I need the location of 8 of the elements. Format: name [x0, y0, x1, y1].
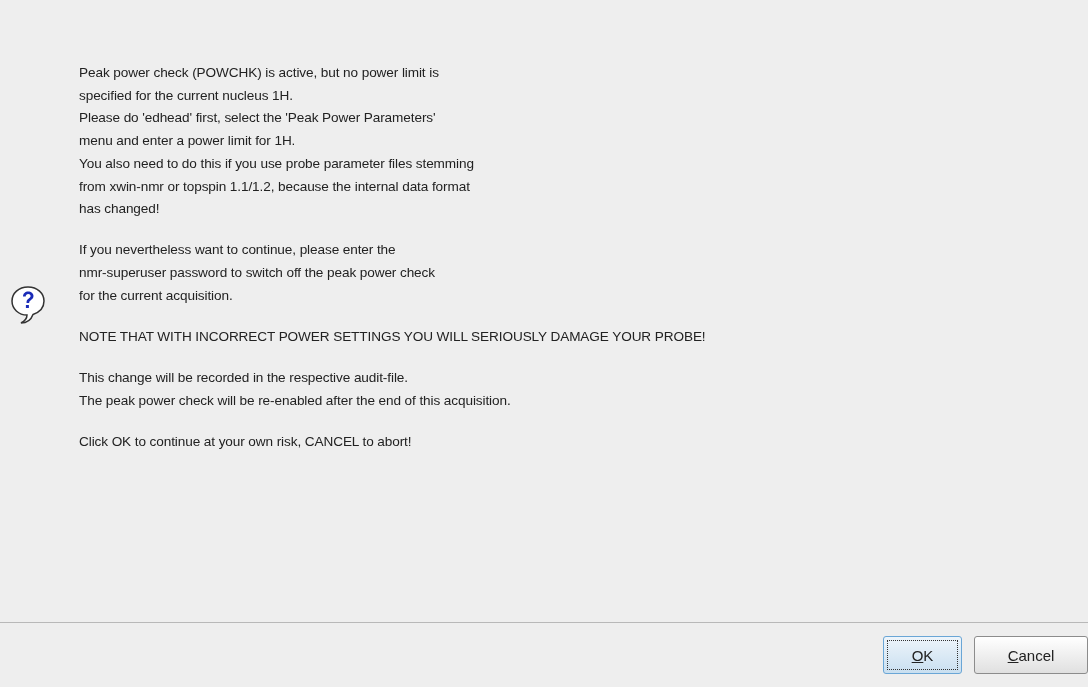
dialog-button[interactable]: Cancel: [974, 636, 1088, 674]
message-paragraph: If you nevertheless want to continue, please enter the nmr-superuser password to switch off the peak power check for the current acquisition.: [79, 241, 436, 305]
message-paragraph: Peak power check (POWCHK) is active, but no power limit is specified for the current nucleus 1H. Please do 'edhead' first, select the 'Peak Power Parameters' menu and enter a power limit for 1H. You also need to do this if you use probe parameter files stemming from xwin-nmr or topspin 1.1/1.2, because the internal data format has changed!: [79, 64, 475, 219]
message-paragraph: Click OK to continue at your own risk, CANCEL to abort!: [79, 433, 413, 452]
message-paragraph: This change will be recorded in the respective audit-file. The peak power check will be re-enabled after the end of this acquisition.: [79, 369, 512, 410]
message-paragraph: NOTE THAT WITH INCORRECT POWER SETTINGS YOU WILL SERIOUSLY DAMAGE YOUR PROBE!: [79, 328, 706, 347]
question-icon: [10, 285, 46, 325]
dialog-button[interactable]: OK: [883, 636, 962, 674]
